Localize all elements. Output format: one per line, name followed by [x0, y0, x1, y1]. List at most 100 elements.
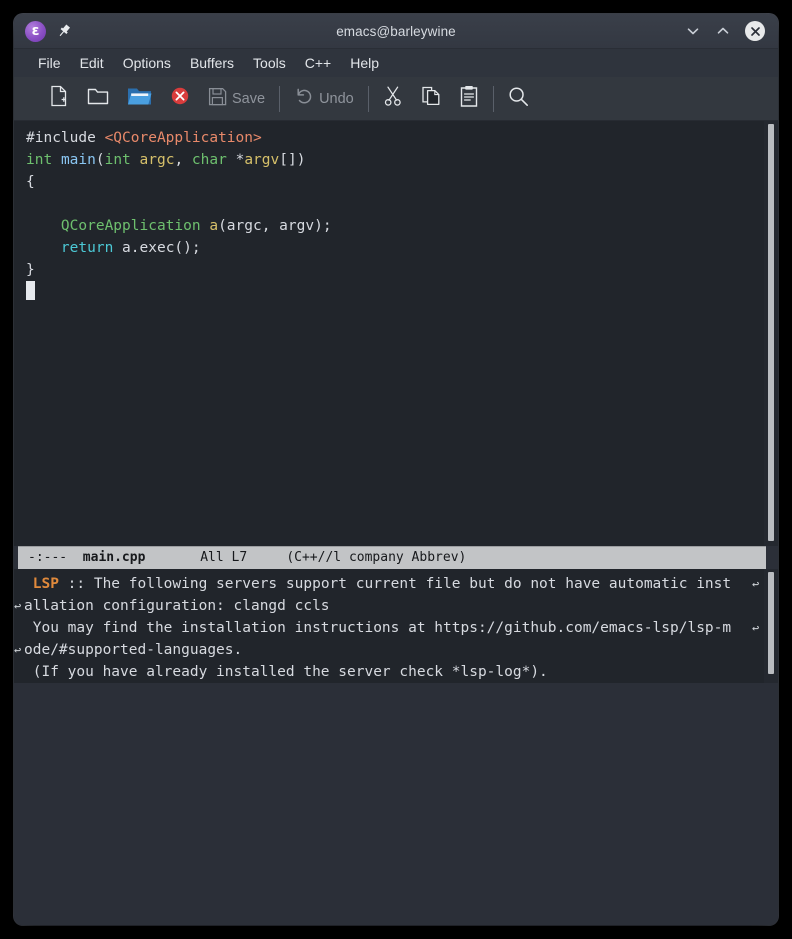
- menu-item-buffers[interactable]: Buffers: [190, 55, 234, 71]
- code-token: {: [26, 174, 35, 190]
- code-token: main: [60, 152, 96, 168]
- code-token: (: [95, 152, 105, 168]
- code-token: argc: [139, 152, 175, 168]
- menu-item-edit[interactable]: Edit: [80, 55, 104, 71]
- undo-arrow-icon: [294, 86, 314, 111]
- code-buffer-area[interactable]: #include <QCoreApplication> int main(int …: [14, 121, 778, 546]
- close-button[interactable]: [745, 21, 765, 41]
- code-token: ,: [174, 152, 192, 168]
- menu-item-file[interactable]: File: [38, 55, 61, 71]
- code-line: int main(int argc, char *argv[]): [26, 149, 754, 171]
- echo-line: allation configuration: clangd ccls: [24, 595, 752, 617]
- search-magnifier-icon: [508, 86, 529, 112]
- code-token: QCoreApplication: [60, 218, 201, 234]
- code-token: (argc, argv);: [218, 218, 332, 234]
- menu-bar: File Edit Options Buffers Tools C++ Help: [14, 49, 778, 77]
- new-file-button[interactable]: [40, 77, 78, 120]
- mode-line-modes: (C++//l company Abbrev): [286, 550, 467, 565]
- code-token: char: [191, 152, 227, 168]
- title-bar-left-icons: ɛ: [20, 20, 72, 42]
- code-token: #include: [26, 130, 105, 146]
- wrap-continuation-icon: ↩: [14, 598, 22, 613]
- echo-area[interactable]: ↩ ↩ LSP :: The following servers support…: [14, 568, 778, 683]
- code-line: return a.exec();: [26, 237, 754, 259]
- undo-button-label: Undo: [319, 90, 354, 107]
- mode-line-filename[interactable]: main.cpp: [83, 550, 146, 565]
- lsp-badge: LSP: [24, 575, 59, 592]
- echo-fringe-blank: [752, 661, 764, 683]
- window-controls: [685, 21, 772, 41]
- mode-line-gap-2: [145, 550, 200, 565]
- menu-item-cpp[interactable]: C++: [305, 55, 331, 71]
- echo-fringe-blank: [14, 661, 24, 683]
- echo-fringe-blank: [14, 573, 24, 595]
- maximize-button[interactable]: [715, 23, 731, 39]
- echo-fringe-blank: [752, 639, 764, 661]
- minimize-button[interactable]: [685, 23, 701, 39]
- close-buffer-icon: [170, 86, 190, 111]
- save-floppy-icon: [208, 87, 227, 111]
- code-line-cursor: [26, 281, 754, 303]
- wrap-continuation-icon: ↩: [752, 576, 760, 591]
- code-token: }: [26, 262, 35, 278]
- menu-item-help[interactable]: Help: [350, 55, 379, 71]
- mode-line-flags: -:---: [28, 550, 68, 565]
- cut-button[interactable]: [374, 77, 412, 120]
- code-token: a: [209, 218, 219, 234]
- code-line: }: [26, 259, 754, 281]
- echo-scrollbar[interactable]: [764, 568, 778, 683]
- left-fringe: [14, 121, 24, 546]
- window-title: emacs@barleywine: [336, 23, 456, 39]
- save-button-label: Save: [232, 90, 266, 107]
- right-fringe: [754, 121, 764, 546]
- echo-message-text[interactable]: LSP :: The following servers support cur…: [24, 568, 752, 683]
- text-cursor: [26, 281, 35, 300]
- pin-icon[interactable]: [56, 23, 72, 39]
- close-buffer-button[interactable]: [161, 77, 199, 120]
- copy-button[interactable]: [412, 77, 450, 120]
- title-bar[interactable]: ɛ emacs@barleywine: [14, 14, 778, 49]
- undo-button[interactable]: Undo: [285, 77, 363, 120]
- echo-line: (If you have already installed the serve…: [24, 661, 752, 683]
- mode-line-gap-3: [247, 550, 286, 565]
- mode-line-position: All L7: [200, 550, 248, 565]
- echo-line: You may find the installation instructio…: [24, 617, 752, 639]
- code-token: *: [226, 152, 245, 168]
- code-line: {: [26, 171, 754, 193]
- buffer-scrollbar-thumb[interactable]: [768, 124, 774, 542]
- echo-line-text: ode/#supported-languages.: [24, 641, 243, 658]
- code-line: #include <QCoreApplication>: [26, 127, 754, 149]
- save-as-button[interactable]: [118, 77, 161, 120]
- menu-item-tools[interactable]: Tools: [253, 55, 286, 71]
- emacs-window: ɛ emacs@barleywine File Edit Options Buf…: [14, 14, 778, 925]
- open-folder-icon: [87, 86, 109, 111]
- buffer-scrollbar[interactable]: [764, 121, 778, 546]
- code-text[interactable]: #include <QCoreApplication> int main(int …: [24, 121, 754, 546]
- mode-line-gap-1: [67, 550, 83, 565]
- search-button[interactable]: [499, 77, 538, 120]
- open-file-button[interactable]: [78, 77, 118, 120]
- echo-fringe-blank: [752, 595, 764, 617]
- echo-line: LSP :: The following servers support cur…: [24, 573, 752, 595]
- paste-button[interactable]: [450, 77, 488, 120]
- echo-line-text: :: The following servers support current…: [58, 575, 732, 592]
- code-token: int: [104, 152, 131, 168]
- echo-scrollbar-thumb[interactable]: [768, 571, 774, 674]
- code-token: a.exec();: [113, 240, 201, 256]
- code-line: QCoreApplication a(argc, argv);: [26, 215, 754, 237]
- emacs-logo-glyph: ɛ: [31, 23, 40, 39]
- mode-line: -:--- main.cpp All L7 (C++//l company Ab…: [18, 545, 766, 569]
- menu-item-options[interactable]: Options: [123, 55, 171, 71]
- save-button[interactable]: Save: [199, 77, 274, 120]
- window-bottom-padding: [14, 682, 778, 925]
- echo-fringe-blank: [14, 617, 24, 639]
- tool-bar: Save Undo: [14, 77, 778, 121]
- paste-clipboard-icon: [459, 85, 479, 112]
- code-token: int: [26, 152, 53, 168]
- echo-line-text: (If you have already installed the serve…: [24, 663, 548, 680]
- toolbar-separator-3: [492, 85, 494, 112]
